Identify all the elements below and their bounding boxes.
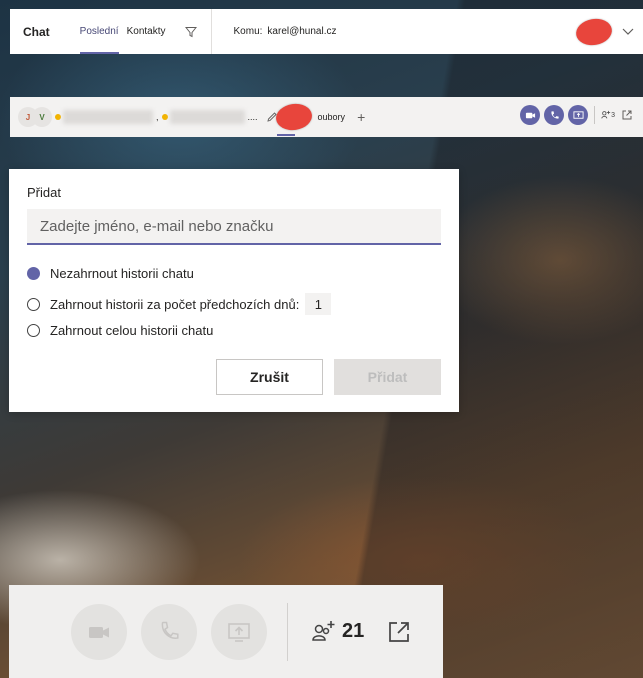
- tab-files[interactable]: oubory: [318, 112, 346, 122]
- share-screen-button[interactable]: [568, 105, 589, 125]
- participant-count: 21: [342, 620, 365, 642]
- call-controls: 3: [516, 105, 633, 125]
- radio-button[interactable]: [27, 297, 40, 311]
- radio-label: Nezahrnout historii chatu: [50, 266, 194, 281]
- radio-button-checked[interactable]: [27, 267, 40, 280]
- radio-label: Zahrnout celou historii chatu: [50, 323, 214, 338]
- toolbar-divider: [287, 602, 288, 661]
- chat-header: Chat Poslední Kontakty Komu: karel@hunal…: [10, 9, 643, 54]
- presence-indicator: [55, 114, 61, 120]
- participant-count: 3: [611, 111, 615, 119]
- video-icon: [89, 626, 109, 638]
- phone-icon: [161, 621, 179, 639]
- name-ellipsis: ....: [247, 112, 258, 122]
- toolbar-divider: [594, 106, 596, 124]
- filter-icon[interactable]: [184, 25, 198, 39]
- share-screen-icon: [228, 622, 250, 642]
- cancel-button[interactable]: Zrušit: [216, 359, 323, 395]
- audio-call-button[interactable]: [141, 603, 197, 660]
- video-call-button[interactable]: [520, 105, 541, 125]
- presence-indicator: [161, 114, 168, 120]
- avatar-group[interactable]: J V: [18, 107, 52, 127]
- add-button[interactable]: Přidat: [334, 359, 441, 395]
- avatar: V: [32, 107, 52, 127]
- video-icon: [525, 112, 535, 118]
- add-people-icon: [312, 620, 335, 641]
- history-days-input[interactable]: [305, 293, 332, 315]
- radio-label: Zahrnout historii za počet předchozích d…: [50, 296, 300, 312]
- share-screen-button[interactable]: [211, 603, 267, 660]
- radio-history-days[interactable]: Zahrnout historii za počet předchozích d…: [27, 293, 332, 315]
- redacted-name: [169, 110, 245, 124]
- name-separator: ,: [156, 112, 159, 122]
- phone-icon: [550, 110, 559, 119]
- popout-icon[interactable]: [386, 619, 412, 645]
- add-people-dialog: Přidat Nezahrnout historii chatu Zahrnou…: [9, 169, 459, 412]
- tab-recent[interactable]: Poslední: [79, 9, 119, 54]
- radio-button[interactable]: [27, 324, 40, 337]
- participants-button[interactable]: 3: [601, 110, 615, 120]
- chat-participants-bar: J V , .... oubory + 3: [10, 97, 643, 137]
- radio-all-history[interactable]: Zahrnout celou historii chatu: [27, 323, 213, 338]
- redacted-name: [63, 110, 153, 124]
- people-search-input[interactable]: [27, 209, 441, 245]
- chevron-down-icon[interactable]: [621, 24, 635, 38]
- page-title: Chat: [23, 24, 50, 39]
- popout-icon[interactable]: [621, 109, 633, 121]
- share-screen-icon: [573, 110, 584, 119]
- tab-contacts[interactable]: Kontakty: [127, 9, 166, 54]
- radio-no-history[interactable]: Nezahrnout historii chatu: [27, 266, 194, 281]
- dialog-title: Přidat: [27, 185, 61, 200]
- to-label: Komu:: [233, 26, 263, 37]
- audio-call-button[interactable]: [544, 105, 565, 125]
- people-icon: [601, 110, 611, 119]
- add-tab-button[interactable]: +: [357, 109, 365, 125]
- bottom-call-toolbar: 21: [9, 585, 443, 678]
- header-divider: [210, 9, 212, 54]
- recipient-field[interactable]: karel@hunal.cz: [267, 26, 336, 37]
- video-call-button[interactable]: [71, 603, 127, 660]
- participants-button[interactable]: 21: [310, 618, 364, 646]
- tab-active-indicator: [277, 134, 295, 136]
